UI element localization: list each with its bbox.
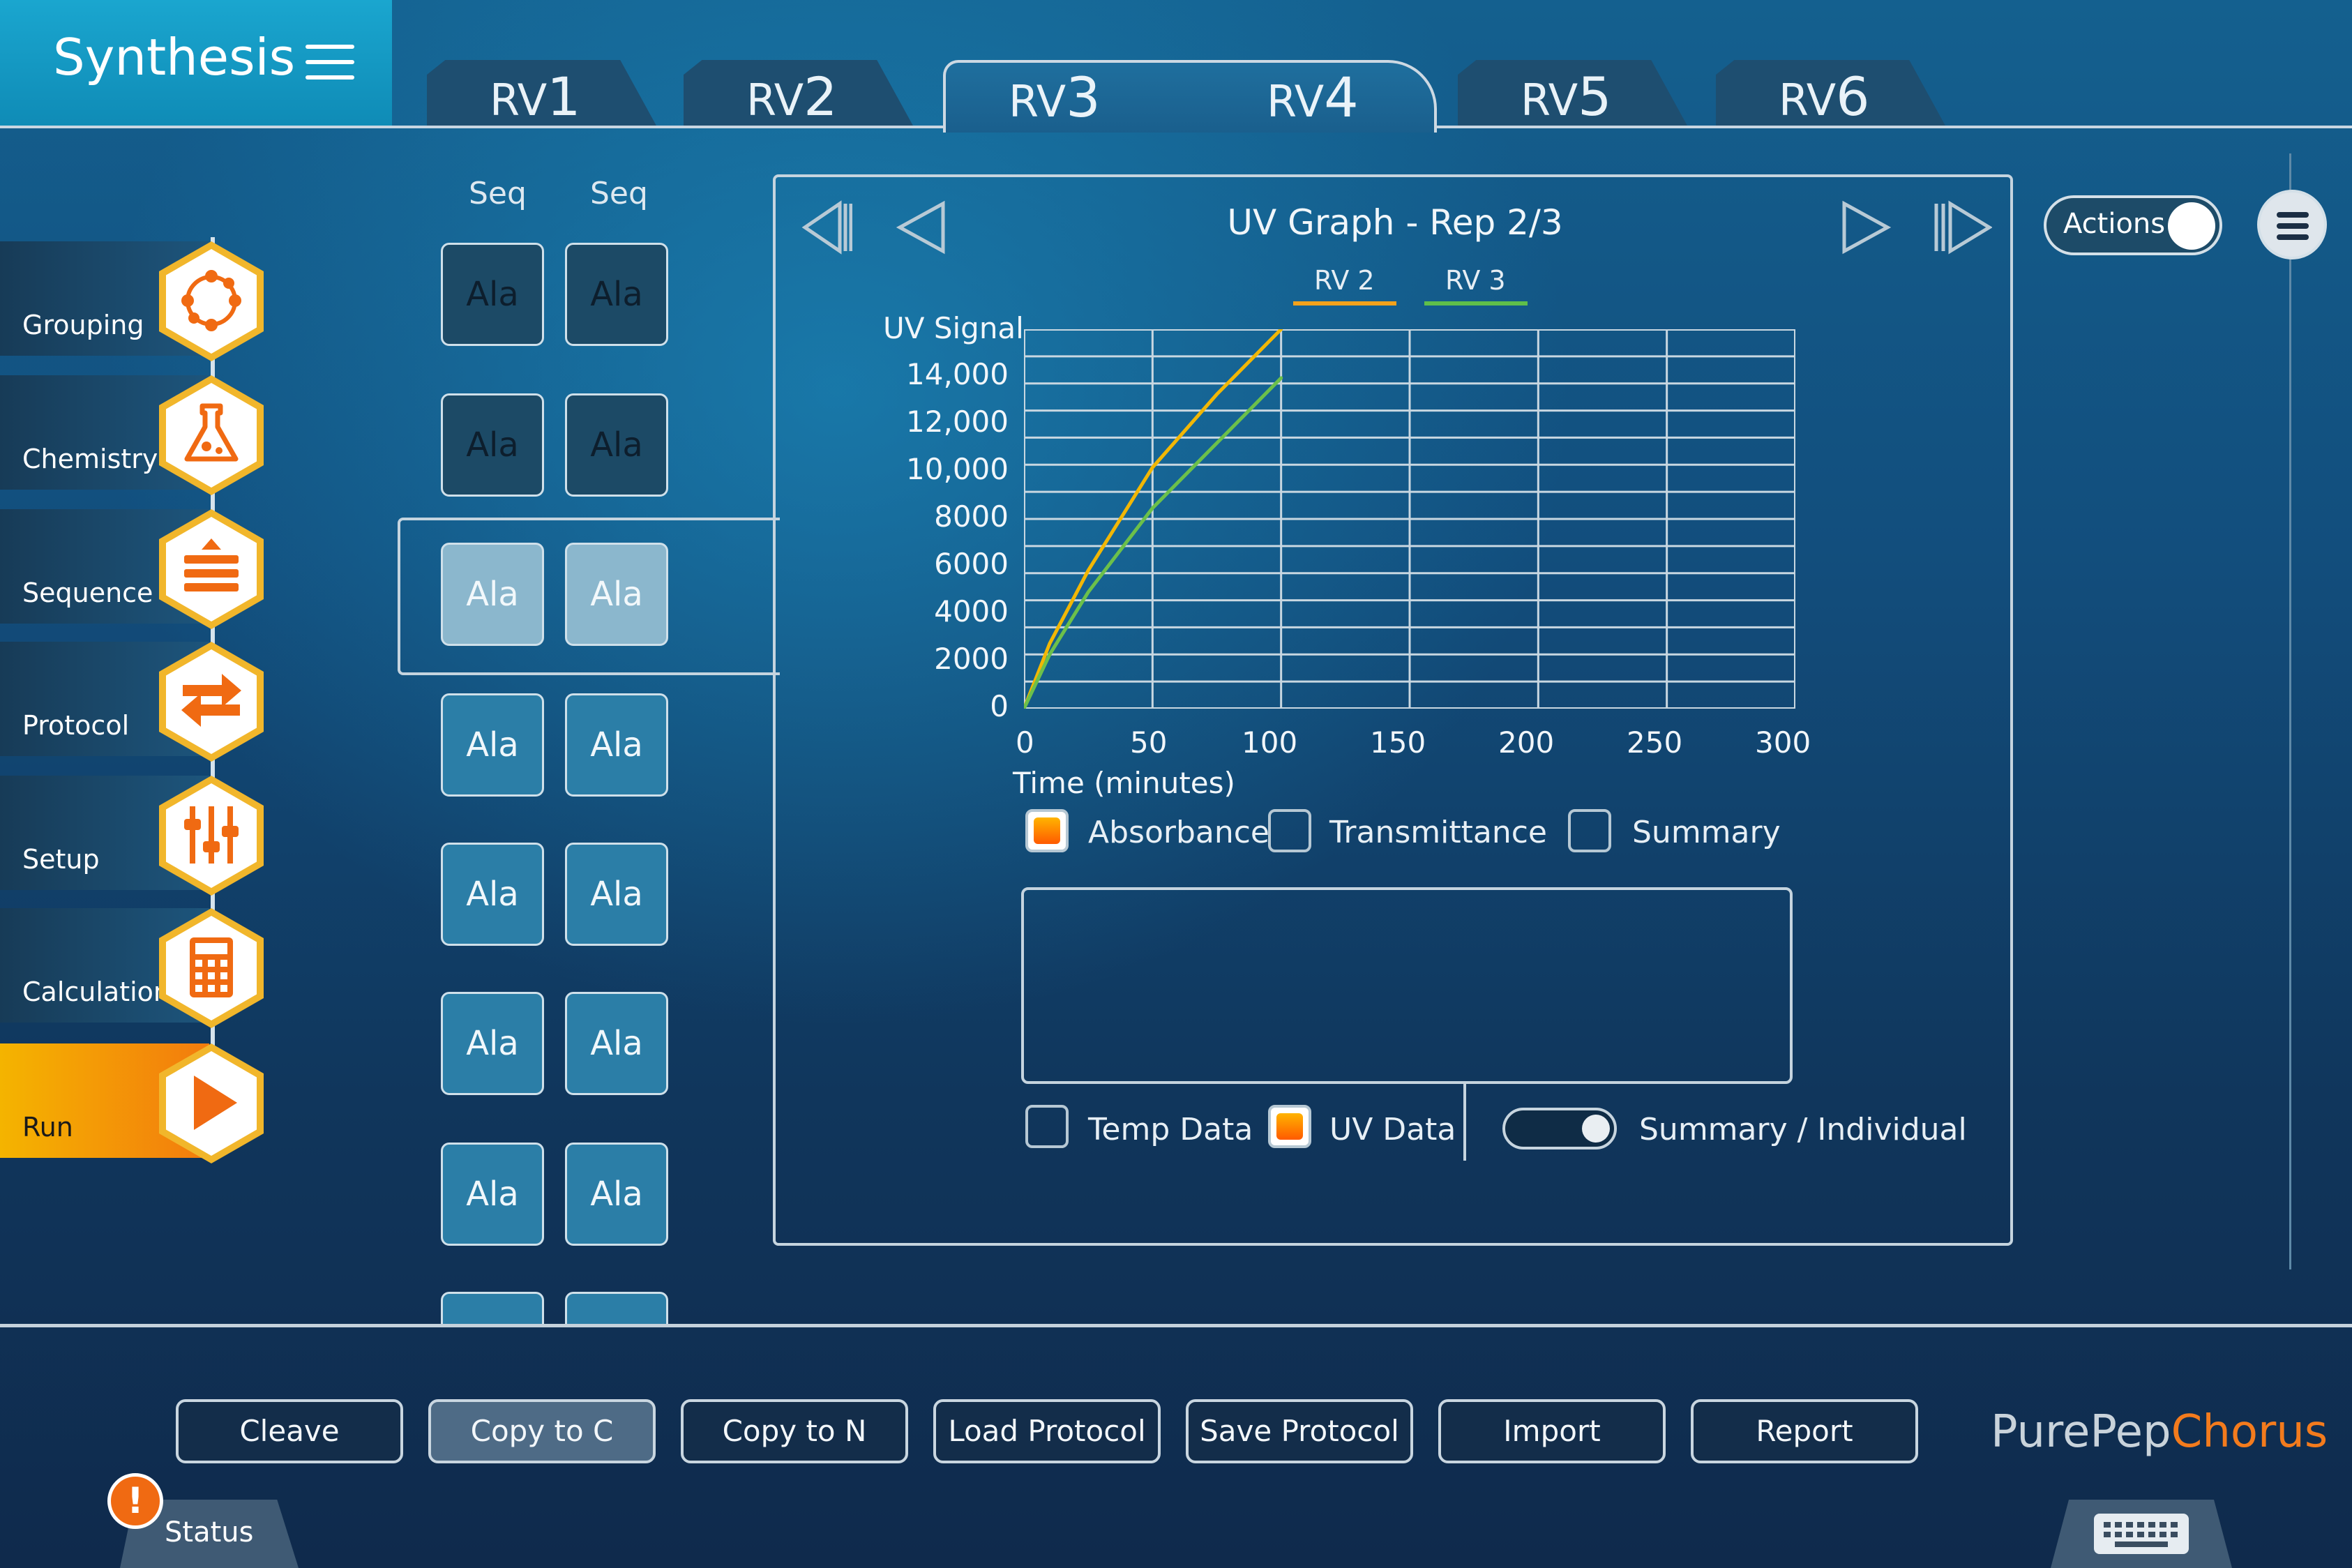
seq-header: Seq bbox=[469, 176, 527, 211]
sequence-cell[interactable]: Ala bbox=[565, 1143, 668, 1246]
copy-to-c-button[interactable]: Copy to C bbox=[428, 1399, 656, 1463]
y-tick: 8000 bbox=[934, 499, 1009, 534]
list-menu-icon[interactable] bbox=[306, 42, 354, 84]
sequence-cell[interactable]: Ala bbox=[441, 243, 544, 346]
x-tick: 50 bbox=[1130, 725, 1168, 760]
sequence-cell-partial[interactable] bbox=[565, 1292, 668, 1324]
tab-rv6[interactable]: RV6 bbox=[1716, 60, 1946, 127]
y-tick: 2000 bbox=[934, 642, 1009, 676]
absorbance-label: Absorbance bbox=[1088, 815, 1270, 850]
x-tick: 200 bbox=[1498, 725, 1555, 760]
transmittance-checkbox[interactable] bbox=[1268, 809, 1311, 852]
legend-swatch bbox=[1424, 301, 1528, 306]
temp-data-checkbox[interactable] bbox=[1025, 1105, 1069, 1148]
summary-checkbox[interactable] bbox=[1568, 809, 1611, 852]
previous-page-icon[interactable] bbox=[894, 198, 950, 257]
x-tick: 300 bbox=[1755, 725, 1811, 760]
sidebar-item-label: Chemistry bbox=[22, 444, 158, 474]
seq-header: Seq bbox=[590, 176, 648, 211]
import-button[interactable]: Import bbox=[1438, 1399, 1666, 1463]
sequence-cell[interactable]: Ala bbox=[565, 843, 668, 946]
actions-label: Actions bbox=[2063, 208, 2166, 240]
y-tick: 0 bbox=[990, 689, 1009, 723]
sequence-cell[interactable]: Ala bbox=[565, 393, 668, 497]
legend-swatch bbox=[1293, 301, 1396, 306]
uv-data-label: UV Data bbox=[1329, 1112, 1456, 1147]
sequence-cell-selected[interactable]: Ala bbox=[441, 543, 544, 646]
keyboard-tab[interactable] bbox=[2051, 1500, 2232, 1568]
save-protocol-button[interactable]: Save Protocol bbox=[1186, 1399, 1413, 1463]
sequence-cell[interactable]: Ala bbox=[441, 1143, 544, 1246]
box-stem bbox=[1463, 1084, 1466, 1161]
legend-rv3: RV 3 bbox=[1424, 265, 1528, 306]
app-header: Synthesis bbox=[0, 0, 392, 127]
tab-rv4[interactable]: RV4 bbox=[1267, 67, 1359, 130]
sequence-cell[interactable]: Ala bbox=[565, 693, 668, 797]
load-protocol-button[interactable]: Load Protocol bbox=[933, 1399, 1161, 1463]
sequence-cell[interactable]: Ala bbox=[565, 992, 668, 1095]
next-page-icon[interactable] bbox=[1839, 198, 1894, 257]
sequence-cell-partial[interactable] bbox=[441, 1292, 544, 1324]
sidebar-item-label: Setup bbox=[22, 844, 100, 875]
copy-to-n-button[interactable]: Copy to N bbox=[681, 1399, 908, 1463]
right-divider bbox=[2289, 153, 2291, 1269]
actions-toggle[interactable]: Actions bbox=[2044, 195, 2222, 255]
temp-data-label: Temp Data bbox=[1088, 1112, 1253, 1147]
x-tick: 250 bbox=[1627, 725, 1683, 760]
footer-divider bbox=[0, 1324, 2352, 1327]
report-button[interactable]: Report bbox=[1691, 1399, 1918, 1463]
y-tick: 10,000 bbox=[906, 452, 1009, 486]
hamburger-menu-icon[interactable] bbox=[2257, 190, 2327, 259]
sidebar-item-label: Calculation bbox=[22, 977, 170, 1007]
sequence-cell-selected[interactable]: Ala bbox=[565, 543, 668, 646]
y-tick: 6000 bbox=[934, 547, 1009, 581]
tab-rv3[interactable]: RV3 bbox=[1009, 67, 1101, 130]
tab-rv1[interactable]: RV1 bbox=[427, 60, 657, 127]
toggle-knob bbox=[2168, 202, 2215, 250]
sequence-cell[interactable]: Ala bbox=[565, 243, 668, 346]
sidebar-item-label: Run bbox=[22, 1112, 73, 1143]
toggle-knob bbox=[1582, 1115, 1610, 1143]
summary-label: Summary bbox=[1632, 815, 1781, 850]
sidebar-item-label: Sequence bbox=[22, 578, 153, 608]
x-tick: 100 bbox=[1242, 725, 1298, 760]
logo-text-purepep: PurePep bbox=[1991, 1406, 2171, 1458]
legend-rv2: RV 2 bbox=[1293, 265, 1396, 306]
warning-icon[interactable]: ! bbox=[107, 1473, 163, 1529]
uv-plot bbox=[1024, 329, 1795, 709]
x-tick: 150 bbox=[1370, 725, 1426, 760]
tab-rv3-rv4-active[interactable]: RV3 RV4 bbox=[943, 60, 1437, 133]
tab-rv2[interactable]: RV2 bbox=[684, 60, 914, 127]
purepep-chorus-logo: PurePepChorus bbox=[1991, 1406, 2328, 1458]
summary-individual-toggle[interactable] bbox=[1502, 1108, 1617, 1149]
y-tick: 4000 bbox=[934, 594, 1009, 628]
y-tick: 12,000 bbox=[906, 405, 1009, 439]
status-label: Status bbox=[165, 1516, 254, 1548]
y-tick: 14,000 bbox=[906, 357, 1009, 391]
sequence-cell[interactable]: Ala bbox=[441, 393, 544, 497]
tab-rv5[interactable]: RV5 bbox=[1458, 60, 1688, 127]
sequence-cell[interactable]: Ala bbox=[441, 693, 544, 797]
summary-individual-label: Summary / Individual bbox=[1639, 1112, 1967, 1147]
y-axis-label: UV Signal bbox=[883, 311, 1024, 345]
sidebar-item-label: Protocol bbox=[22, 710, 130, 741]
logo-text-chorus: Chorus bbox=[2171, 1406, 2328, 1458]
x-tick: 0 bbox=[1016, 725, 1034, 760]
x-axis-label: Time (minutes) bbox=[1013, 766, 1235, 800]
transmittance-label: Transmittance bbox=[1329, 815, 1547, 850]
legend-label: RV 2 bbox=[1314, 265, 1375, 296]
sequence-cell[interactable]: Ala bbox=[441, 843, 544, 946]
last-page-icon[interactable] bbox=[1933, 198, 1992, 257]
uv-data-checkbox[interactable] bbox=[1268, 1105, 1311, 1148]
graph-title: UV Graph - Rep 2/3 bbox=[1227, 202, 1563, 243]
sidebar-item-label: Grouping bbox=[22, 310, 144, 340]
legend-label: RV 3 bbox=[1445, 265, 1506, 296]
data-display-box bbox=[1021, 887, 1793, 1084]
keyboard-icon bbox=[2094, 1514, 2189, 1554]
absorbance-checkbox[interactable] bbox=[1025, 809, 1069, 852]
cleave-button[interactable]: Cleave bbox=[176, 1399, 403, 1463]
first-page-icon[interactable] bbox=[797, 198, 852, 257]
sequence-cell[interactable]: Ala bbox=[441, 992, 544, 1095]
app-title: Synthesis bbox=[53, 28, 296, 86]
